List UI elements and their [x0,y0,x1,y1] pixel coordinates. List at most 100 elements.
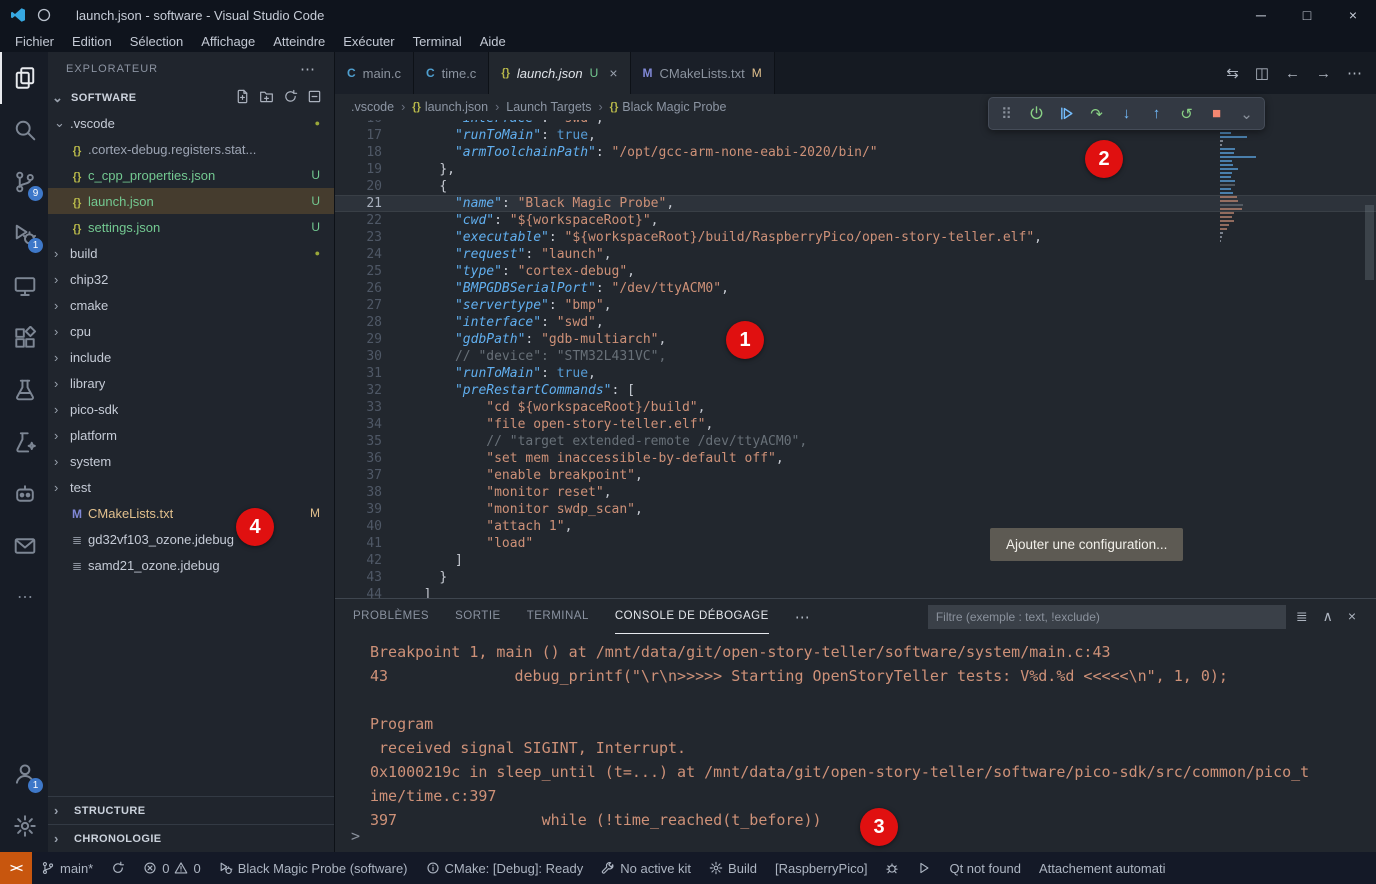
status-qt[interactable]: Qt not found [940,852,1030,884]
status-sync[interactable] [102,852,134,884]
panel-tab-sortie[interactable]: SORTIE [455,599,501,634]
clear-console-icon[interactable]: ≣ [1296,608,1308,625]
activity-search[interactable] [0,104,48,156]
activity-packages[interactable] [0,520,48,572]
debug-console[interactable]: Breakpoint 1, main () at /mnt/data/git/o… [335,634,1376,852]
panel-tab-terminal[interactable]: TERMINAL [527,599,589,634]
minimap[interactable] [1220,126,1258,244]
editor[interactable]: 16 "interface": "swd",17 "runToMain": tr… [335,120,1376,598]
tab-launch-json[interactable]: {}launch.jsonU× [489,52,630,94]
breadcrumb-vscode[interactable]: .vscode [351,100,394,114]
console-prompt[interactable]: > [351,824,360,848]
activity-cortex-debug[interactable] [0,468,48,520]
status-active-kit[interactable]: No active kit [592,852,700,884]
tree-item-test[interactable]: ›test [48,474,334,500]
tab-time-c[interactable]: Ctime.c [414,52,489,94]
activity-settings[interactable] [0,800,48,852]
section-structure[interactable]: ›STRUCTURE [48,796,334,824]
tree-item-cpu[interactable]: ›cpu [48,318,334,344]
add-configuration-button[interactable]: Ajouter une configuration... [990,528,1183,561]
tree-item-samd21-ozone-jdebug[interactable]: ≣samd21_ozone.jdebug [48,552,334,578]
activity-extensions[interactable] [0,312,48,364]
close-button[interactable]: × [1330,0,1376,30]
status-build[interactable]: Build [700,852,766,884]
status-git-branch[interactable]: main* [32,852,102,884]
tree-item-launch-json[interactable]: {}launch.jsonU [48,188,334,214]
activity-test-adapter[interactable] [0,416,48,468]
menu-fichier[interactable]: Fichier [6,34,63,49]
more-actions-icon[interactable]: ⋯ [300,60,316,78]
navigate-forward-icon[interactable]: → [1316,65,1331,82]
tree-item-build[interactable]: ›build● [48,240,334,266]
navigate-back-icon[interactable]: ← [1285,65,1300,82]
restart-target-icon[interactable]: ↷ [1086,102,1107,126]
status-debug-config[interactable]: Black Magic Probe (software) [210,852,417,884]
tree-item-cmakelists-txt[interactable]: MCMakeLists.txtM [48,500,334,526]
menu-executer[interactable]: Exécuter [334,34,403,49]
activity-remote-explorer[interactable] [0,260,48,312]
split-editor-icon[interactable]: ◫ [1255,64,1269,82]
step-out-icon[interactable]: ↑ [1146,102,1167,126]
menu-atteindre[interactable]: Atteindre [264,34,334,49]
step-into-icon[interactable]: ↓ [1116,102,1137,126]
step-over-icon[interactable] [1056,102,1077,126]
tree-item-cmake[interactable]: ›cmake [48,292,334,318]
panel-tab-console-de-debogage[interactable]: CONSOLE DE DÉBOGAGE [615,599,769,634]
remote-indicator[interactable]: >< [0,852,32,884]
continue-icon[interactable] [1026,102,1047,126]
tree-item-platform[interactable]: ›platform [48,422,334,448]
status-launch[interactable] [908,852,940,884]
activity-accounts[interactable]: 1 [0,748,48,800]
activity-explorer[interactable] [0,52,48,104]
breadcrumb-launch-targets[interactable]: Launch Targets [506,100,591,114]
tree-item-gd32vf103-ozone-jdebug[interactable]: ≣gd32vf103_ozone.jdebug [48,526,334,552]
close-icon[interactable]: × [609,65,617,81]
collapse-all-icon[interactable] [307,89,322,107]
status-problems[interactable]: 00 [134,852,209,884]
tree-item-c-cpp-properties-json[interactable]: {}c_cpp_properties.jsonU [48,162,334,188]
open-changes-icon[interactable]: ⇆ [1226,64,1239,82]
tab-cmakelists-txt[interactable]: MCMakeLists.txtM [631,52,775,94]
status-cmake-status[interactable]: CMake: [Debug]: Ready [417,852,593,884]
tree-item-settings-json[interactable]: {}settings.jsonU [48,214,334,240]
tree-item-pico-sdk[interactable]: ›pico-sdk [48,396,334,422]
menu-selection[interactable]: Sélection [121,34,192,49]
breadcrumb-launch-json[interactable]: {}launch.json [412,100,488,114]
activity-more-views[interactable]: ⋯ [0,572,48,624]
menu-aide[interactable]: Aide [471,34,515,49]
close-panel-icon[interactable]: × [1348,608,1356,625]
tab-main-c[interactable]: Cmain.c [335,52,414,94]
maximize-button[interactable]: □ [1284,0,1330,30]
more-actions-icon[interactable]: ⋯ [795,608,810,626]
status-debug-target[interactable] [876,852,908,884]
panel-tab-problemes[interactable]: PROBLÈMES [353,599,429,634]
grip-icon[interactable]: ⠿ [996,102,1017,126]
chevron-down-icon[interactable]: ⌄ [1236,102,1257,126]
stop-icon[interactable]: ■ [1206,102,1227,126]
activity-testing[interactable] [0,364,48,416]
menu-edition[interactable]: Edition [63,34,121,49]
tree-item-system[interactable]: ›system [48,448,334,474]
section-software[interactable]: ⌄ SOFTWARE [48,86,334,110]
more-actions-icon[interactable]: ⋯ [1347,64,1362,82]
section-chronologie[interactable]: ›CHRONOLOGIE [48,824,334,852]
maximize-panel-icon[interactable]: ∧ [1323,608,1333,625]
tree-item-library[interactable]: ›library [48,370,334,396]
status-variant[interactable]: [RaspberryPico] [766,852,876,884]
breadcrumb-black-magic-probe[interactable]: {}Black Magic Probe [610,100,727,114]
restart-icon[interactable]: ↺ [1176,102,1197,126]
activity-run-and-debug[interactable]: 1 [0,208,48,260]
minimize-button[interactable]: ─ [1238,0,1284,30]
new-folder-icon[interactable] [259,89,274,107]
menu-terminal[interactable]: Terminal [404,34,471,49]
tree-item-chip32[interactable]: ›chip32 [48,266,334,292]
menu-affichage[interactable]: Affichage [192,34,264,49]
refresh-icon[interactable] [283,89,298,107]
new-file-icon[interactable] [235,89,250,107]
status-auto-attach[interactable]: Attachement automati [1030,852,1174,884]
tree-item-vscode[interactable]: ⌄.vscode● [48,110,334,136]
editor-scrollbar[interactable] [1365,205,1374,280]
tree-item-include[interactable]: ›include [48,344,334,370]
filter-input[interactable] [936,610,1278,624]
activity-source-control[interactable]: 9 [0,156,48,208]
